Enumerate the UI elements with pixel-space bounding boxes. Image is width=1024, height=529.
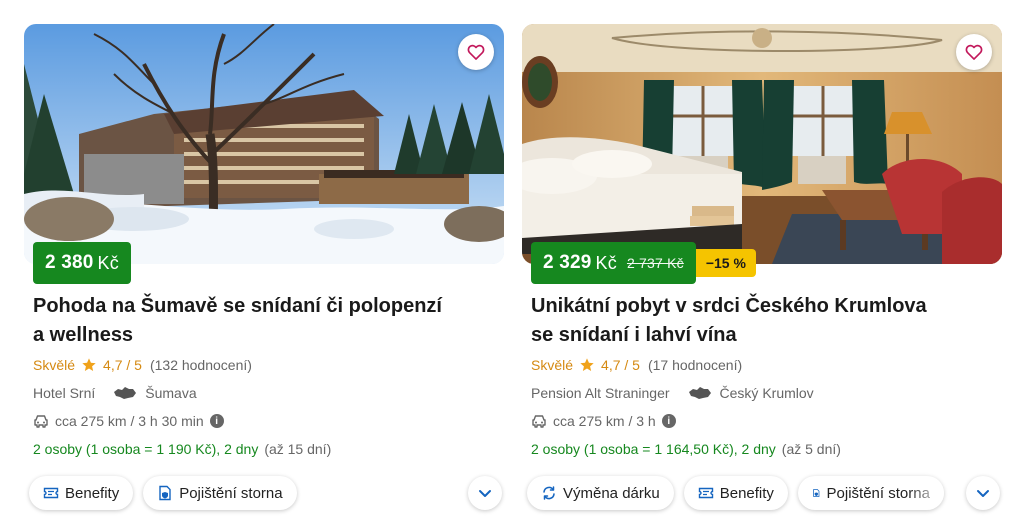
persons-row: 2 osoby (1 osoba = 1 190 Kč), 2 dny (až 1…: [33, 441, 331, 457]
car-icon: [532, 415, 546, 428]
hotel-name: Hotel Srní: [33, 385, 96, 401]
rating-row: Skvělé 4,7 / 5 (17 hodnocení): [531, 357, 742, 373]
rating-row: Skvělé 4,7 / 5 (132 hodnocení): [33, 357, 252, 373]
chip-insurance[interactable]: Pojištění storna: [143, 476, 297, 510]
expand-button[interactable]: [966, 476, 1000, 510]
price-currency: Kč: [595, 252, 617, 273]
persons-duration-extra: (až 5 dní): [781, 441, 841, 457]
hotel-room-image: [522, 24, 1002, 264]
region-name: Český Krumlov: [719, 385, 814, 401]
location-row: Pension Alt Straninger Český Krumlov: [531, 385, 814, 401]
persons-price: 2 osoby (1 osoba = 1 164,50 Kč), 2 dny: [531, 441, 776, 457]
rating-score: 4,7 / 5: [601, 357, 640, 373]
region-name: Šumava: [145, 385, 197, 401]
feature-chips: Výměna dárku Benefity Pojištění storna: [527, 476, 944, 510]
chip-insurance[interactable]: Pojištění storna: [797, 476, 944, 510]
favorite-button[interactable]: [458, 34, 494, 70]
price-badge: 2 380 Kč: [33, 242, 131, 284]
location-row: Hotel Srní Šumava: [33, 385, 197, 401]
offer-card[interactable]: 2 380 Kč Pohoda na Šumavě se snídaní či …: [24, 24, 504, 524]
travel-distance: cca 275 km / 3 h 30 min: [55, 413, 204, 429]
offer-photo-pension[interactable]: [522, 24, 1002, 264]
travel-row: cca 275 km / 3 h i: [531, 413, 676, 429]
hotel-name: Pension Alt Straninger: [531, 385, 670, 401]
persons-duration-extra: (až 15 dní): [264, 441, 332, 457]
heart-outline-icon: [965, 44, 983, 60]
rating-word: Skvělé: [531, 357, 574, 373]
star-icon: [82, 358, 96, 371]
travel-distance: cca 275 km / 3 h: [553, 413, 656, 429]
offer-title-line: Unikátní pobyt v srdci Českého Krumlova: [531, 295, 927, 317]
chip-label: Benefity: [719, 484, 774, 502]
ticket-icon: [43, 487, 59, 499]
shield-document-icon: [159, 485, 171, 501]
chevron-down-icon: [977, 490, 989, 497]
exchange-icon: [543, 486, 555, 500]
star-icon: [580, 358, 594, 371]
chevron-down-icon: [479, 490, 491, 497]
discount-badge: −15 %: [695, 249, 756, 277]
heart-outline-icon: [467, 44, 485, 60]
old-price: 2 737 Kč: [626, 255, 684, 271]
price-badge: 2 329 Kč 2 737 Kč: [531, 242, 696, 284]
chip-benefity[interactable]: Benefity: [683, 476, 788, 510]
czech-map-icon: [114, 387, 137, 399]
chip-gift-exchange[interactable]: Výměna dárku: [527, 476, 674, 510]
offer-card[interactable]: 2 329 Kč 2 737 Kč −15 % Unikátní pobyt v…: [522, 24, 1002, 524]
favorite-button[interactable]: [956, 34, 992, 70]
price-row: 2 329 Kč 2 737 Kč −15 %: [531, 242, 756, 284]
rating-count: (17 hodnocení): [647, 357, 743, 373]
persons-price: 2 osoby (1 osoba = 1 190 Kč), 2 dny: [33, 441, 259, 457]
travel-row: cca 275 km / 3 h 30 min i: [33, 413, 224, 429]
ticket-icon: [698, 487, 713, 499]
chip-label: Pojištění storna: [826, 484, 930, 502]
price-row: 2 380 Kč: [33, 242, 131, 284]
offer-title[interactable]: Unikátní pobyt v srdci Českého Krumlova …: [531, 292, 971, 350]
czech-map-icon: [688, 387, 711, 399]
chip-label: Výměna dárku: [563, 484, 660, 502]
expand-button[interactable]: [468, 476, 502, 510]
chip-benefity[interactable]: Benefity: [29, 476, 134, 510]
chip-label: Benefity: [65, 484, 120, 502]
winter-hotel-image: [24, 24, 504, 264]
info-icon[interactable]: i: [661, 414, 676, 428]
offers-grid: 2 380 Kč Pohoda na Šumavě se snídaní či …: [0, 0, 1024, 529]
offer-title-line: se snídaní i lahví vína: [531, 324, 737, 346]
offer-photo-hotel-srni[interactable]: [24, 24, 504, 264]
rating-count: (132 hodnocení): [149, 357, 252, 373]
price-value: 2 380: [45, 252, 94, 273]
offer-title-line: a wellness: [33, 324, 134, 346]
offer-title-line: Pohoda na Šumavě se snídaní či polopenzí: [33, 295, 442, 317]
offer-title[interactable]: Pohoda na Šumavě se snídaní či polopenzí…: [33, 292, 473, 350]
price-currency: Kč: [97, 252, 119, 273]
feature-chips: Benefity Pojištění storna: [29, 476, 297, 510]
shield-document-icon: [813, 489, 820, 497]
car-icon: [34, 415, 48, 428]
rating-word: Skvělé: [33, 357, 76, 373]
persons-row: 2 osoby (1 osoba = 1 164,50 Kč), 2 dny (a…: [531, 441, 841, 457]
rating-score: 4,7 / 5: [103, 357, 142, 373]
chip-label: Pojištění storna: [179, 484, 283, 502]
price-value: 2 329: [543, 252, 592, 273]
info-icon[interactable]: i: [209, 414, 224, 428]
